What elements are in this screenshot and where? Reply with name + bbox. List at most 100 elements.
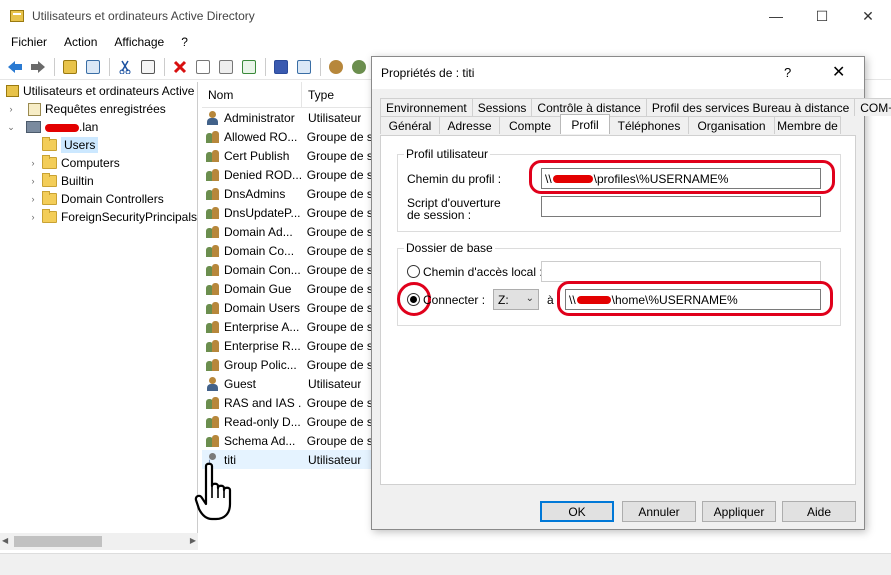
cell-type: Groupe de s <box>306 167 372 182</box>
tab-com-plus[interactable]: COM+ <box>854 98 891 116</box>
table-row[interactable]: Allowed RO... Groupe de s <box>202 127 372 146</box>
cell-type: Groupe de s <box>306 338 372 353</box>
table-row[interactable]: Domain Co... Groupe de s <box>202 241 372 260</box>
window-title: Utilisateurs et ordinateurs Active Direc… <box>32 9 255 23</box>
tab-organisation[interactable]: Organisation <box>688 116 775 134</box>
expand-chevron-icon[interactable]: › <box>28 212 38 222</box>
scrollbar-thumb[interactable] <box>14 536 102 547</box>
table-row[interactable]: DnsUpdateP... Groupe de s <box>202 203 372 222</box>
group-icon <box>206 168 220 182</box>
collapse-chevron-icon[interactable]: ⌄ <box>6 122 16 133</box>
table-row[interactable]: Denied ROD... Groupe de s <box>202 165 372 184</box>
back-button[interactable] <box>4 56 26 78</box>
new-user-button[interactable] <box>325 56 347 78</box>
new-group-button[interactable] <box>348 56 370 78</box>
table-row[interactable]: Schema Ad... Groupe de s <box>202 431 372 450</box>
group-icon <box>206 149 220 163</box>
tree-pane[interactable]: Utilisateurs et ordinateurs Active › Req… <box>0 82 198 550</box>
logon-script-input[interactable] <box>541 196 821 217</box>
menu-fichier[interactable]: Fichier <box>5 35 53 49</box>
tree-horizontal-scrollbar[interactable]: ◀ ▶ <box>0 533 198 550</box>
tab-profil[interactable]: Profil <box>560 114 610 134</box>
tab-adresse[interactable]: Adresse <box>439 116 500 134</box>
scroll-left-icon[interactable]: ◀ <box>2 536 8 545</box>
cell-type: Groupe de s <box>306 129 372 144</box>
table-row[interactable]: Domain Users Groupe de s <box>202 298 372 317</box>
close-button[interactable]: ✕ <box>845 0 891 32</box>
cell-type: Groupe de s <box>306 224 372 239</box>
menu-help[interactable]: ? <box>175 35 194 49</box>
tree-item-foreign-security-principals[interactable]: › ForeignSecurityPrincipals <box>0 208 197 226</box>
table-row[interactable]: Cert Publish Groupe de s <box>202 146 372 165</box>
tab-sessions[interactable]: Sessions <box>471 98 533 116</box>
expand-chevron-icon[interactable]: › <box>28 194 38 204</box>
properties-button[interactable] <box>192 56 214 78</box>
table-row[interactable]: RAS and IAS ... Groupe de s <box>202 393 372 412</box>
dialog-close-button[interactable]: ✕ <box>832 62 845 82</box>
maximize-button[interactable]: ☐ <box>799 0 845 32</box>
console-button[interactable] <box>293 56 315 78</box>
table-row[interactable]: Enterprise A... Groupe de s <box>202 317 372 336</box>
toolbar-separator <box>320 57 321 76</box>
up-folder-button[interactable] <box>59 56 81 78</box>
tree-domain[interactable]: ⌄ .lan <box>0 118 197 136</box>
table-row[interactable]: Domain Ad... Groupe de s <box>202 222 372 241</box>
cell-name: Guest <box>202 376 302 391</box>
ok-button[interactable]: OK <box>540 501 614 522</box>
tab-general[interactable]: Général <box>380 116 440 134</box>
table-row[interactable]: Enterprise R... Groupe de s <box>202 336 372 355</box>
cell-name: DnsAdmins <box>202 187 301 201</box>
cut-button[interactable] <box>114 56 136 78</box>
row-name: Domain Co... <box>224 243 295 258</box>
cell-type: Groupe de s <box>306 205 372 220</box>
cell-name: Domain Gue <box>202 282 301 296</box>
table-row[interactable]: Domain Con... Groupe de s <box>202 260 372 279</box>
tree-item-builtin[interactable]: › Builtin <box>0 172 197 190</box>
tab-telephones[interactable]: Téléphones <box>609 116 689 134</box>
delete-x-icon <box>173 60 187 73</box>
forward-button[interactable] <box>27 56 49 78</box>
help-button[interactable] <box>270 56 292 78</box>
expand-chevron-icon[interactable]: › <box>6 104 16 114</box>
expand-chevron-icon[interactable]: › <box>28 176 38 186</box>
column-header-type[interactable]: Type <box>302 88 334 102</box>
help-button[interactable]: Aide <box>782 501 856 522</box>
tab-environnement[interactable]: Environnement <box>380 98 473 116</box>
table-row[interactable]: Domain Gue Groupe de s <box>202 279 372 298</box>
tree-saved-queries[interactable]: › Requêtes enregistrées <box>0 100 197 118</box>
table-row[interactable]: Group Polic... Groupe de s <box>202 355 372 374</box>
tab-compte[interactable]: Compte <box>499 116 561 134</box>
local-path-radio[interactable] <box>407 265 420 278</box>
scroll-right-icon[interactable]: ▶ <box>190 536 196 545</box>
table-row[interactable]: Read-only D... Groupe de s <box>202 412 372 431</box>
dialog-help-button[interactable]: ? <box>784 65 791 80</box>
row-name: Domain Users <box>224 300 301 315</box>
refresh-button[interactable] <box>215 56 237 78</box>
tabs-row-top: Environnement Sessions Contrôle à distan… <box>380 98 891 116</box>
table-row[interactable]: DnsAdmins Groupe de s <box>202 184 372 203</box>
tree-item-users[interactable]: Users <box>0 136 197 154</box>
export-button[interactable] <box>238 56 260 78</box>
group-icon <box>206 130 220 144</box>
cell-type: Utilisateur <box>308 110 362 125</box>
menu-affichage[interactable]: Affichage <box>108 35 170 49</box>
table-row[interactable]: Guest Utilisateur <box>202 374 372 393</box>
apply-button[interactable]: Appliquer <box>702 501 776 522</box>
menu-action[interactable]: Action <box>58 35 103 49</box>
minimize-button[interactable]: — <box>753 0 799 32</box>
clipboard-icon <box>141 59 155 74</box>
tree-item-domain-controllers[interactable]: › Domain Controllers <box>0 190 197 208</box>
copy-button[interactable] <box>137 56 159 78</box>
table-row[interactable]: Administrator Utilisateur <box>202 108 372 127</box>
local-path-input[interactable] <box>541 261 821 282</box>
delete-button[interactable] <box>169 56 191 78</box>
drive-letter-select[interactable]: Z: ⌄ <box>493 289 539 310</box>
expand-chevron-icon[interactable]: › <box>28 158 38 168</box>
tab-membre-de[interactable]: Membre de <box>774 116 841 134</box>
cancel-button[interactable]: Annuler <box>622 501 696 522</box>
column-header-name[interactable]: Nom <box>202 82 302 108</box>
show-tree-button[interactable] <box>82 56 104 78</box>
tree-root[interactable]: Utilisateurs et ordinateurs Active <box>0 82 197 100</box>
tree-item-computers[interactable]: › Computers <box>0 154 197 172</box>
tab-profil-services-bureau[interactable]: Profil des services Bureau à distance <box>645 98 856 116</box>
